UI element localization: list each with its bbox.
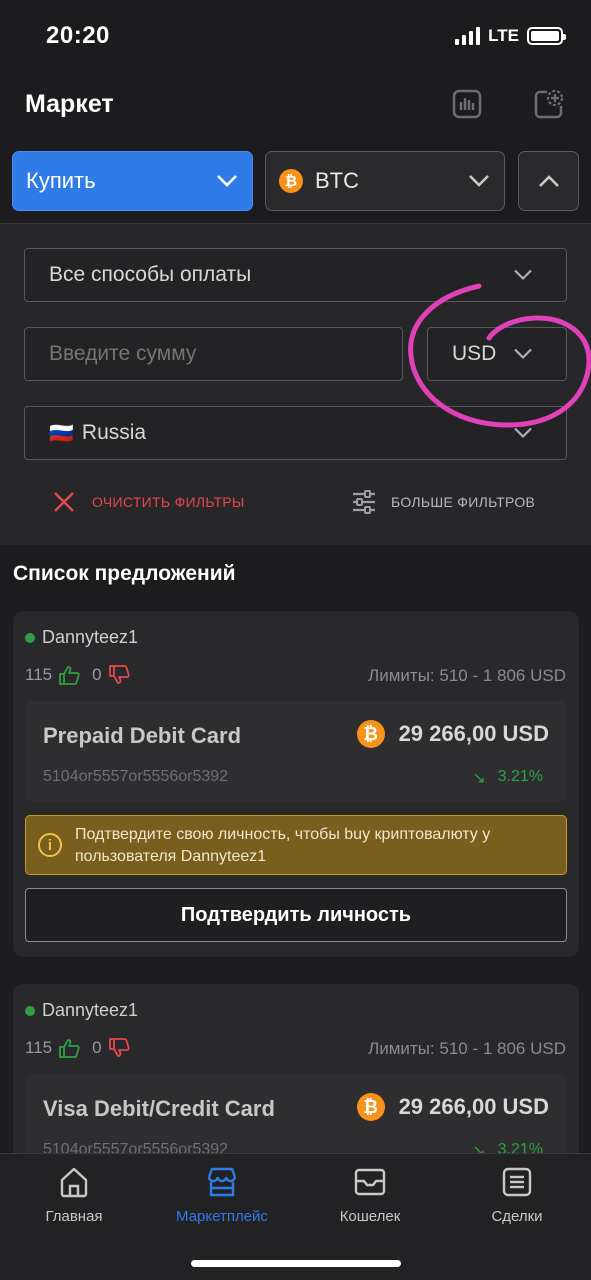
- price-change-value: 3.21%: [497, 768, 543, 785]
- amount-input-field[interactable]: [25, 342, 402, 366]
- close-icon: [54, 492, 74, 512]
- more-filters-label: БОЛЬШЕ ФИЛЬТРОВ: [391, 494, 536, 510]
- tab-marketplace[interactable]: Маркетплейс: [148, 1166, 296, 1225]
- price-change: ↘ 3.21%: [472, 768, 543, 788]
- tab-home-label: Главная: [45, 1208, 103, 1225]
- offer-limits: Лимиты: 510 - 1 806 USD: [368, 666, 566, 685]
- tab-wallet-label: Кошелек: [339, 1208, 401, 1225]
- action-select-label: Купить: [26, 168, 96, 193]
- more-filters-button[interactable]: БОЛЬШЕ ФИЛЬТРОВ: [351, 490, 535, 514]
- dislikes-count: 0: [92, 665, 102, 684]
- bitcoin-icon: ₿: [356, 1093, 385, 1121]
- offer-rating: 115 0: [25, 665, 130, 685]
- arrow-down-right-icon: ↘: [472, 770, 486, 787]
- sliders-icon: [353, 490, 375, 514]
- status-indicators: LTE: [455, 26, 566, 46]
- offers-section-title: Список предложений: [13, 562, 236, 585]
- tab-deals[interactable]: Сделки: [443, 1166, 591, 1225]
- chevron-down-icon: [469, 175, 489, 187]
- likes-count: 115: [25, 1038, 53, 1057]
- verification-alert: i Подтвердите свою личность, чтобы buy к…: [25, 815, 567, 875]
- online-status-icon: [25, 632, 35, 643]
- offer-user[interactable]: Dannyteez1: [25, 627, 138, 648]
- chevron-down-icon: [217, 175, 237, 187]
- tab-marketplace-label: Маркетплейс: [176, 1208, 268, 1225]
- thumbs-down-icon: [108, 1038, 130, 1057]
- chevron-up-icon: [538, 175, 559, 187]
- offer-price: ₿ 29 266,00 USD: [356, 1093, 549, 1121]
- currency-select-label: BTC: [315, 168, 359, 193]
- home-icon: [60, 1167, 88, 1198]
- thumbs-down-icon: [108, 665, 130, 684]
- offer-details[interactable]: Prepaid Debit Card ₿ 29 266,00 USD 5104o…: [25, 701, 567, 801]
- offer-price: ₿ 29 266,00 USD: [356, 720, 549, 748]
- action-select[interactable]: Купить: [12, 151, 253, 211]
- deals-icon: [502, 1167, 532, 1197]
- home-indicator: [191, 1260, 401, 1267]
- wallet-icon: [354, 1168, 386, 1196]
- tab-deals-label: Сделки: [491, 1208, 543, 1225]
- payment-method: Visa Debit/Credit Card: [43, 1096, 275, 1121]
- add-ad-icon[interactable]: [531, 86, 567, 122]
- page-title: Маркет: [25, 90, 114, 118]
- price-value: 29 266,00 USD: [398, 1094, 549, 1119]
- store-icon: [207, 1167, 237, 1197]
- network-label: LTE: [488, 26, 519, 45]
- amount-input[interactable]: [24, 327, 403, 381]
- thumbs-up-icon: [59, 666, 80, 685]
- offer-user[interactable]: Dannyteez1: [25, 1000, 138, 1021]
- offer-limits: Лимиты: 510 - 1 806 USD: [368, 1039, 566, 1058]
- likes-count: 115: [25, 665, 53, 684]
- currency-select[interactable]: ₿ BTC: [265, 151, 505, 211]
- signal-icon: [455, 27, 481, 45]
- offer-card[interactable]: Dannyteez1 115 0 Лимиты: 510 - 1 806 USD…: [13, 611, 579, 957]
- thumbs-up-icon: [59, 1039, 80, 1058]
- chart-icon[interactable]: [449, 86, 485, 122]
- alert-text: Подтвердите свою личность, чтобы buy кри…: [75, 826, 491, 865]
- bitcoin-icon: ₿: [279, 169, 303, 193]
- status-bar: 20:20 LTE: [0, 0, 591, 76]
- tab-home[interactable]: Главная: [0, 1166, 148, 1225]
- scribble-annotation: [408, 283, 591, 428]
- offer-username: Dannyteez1: [42, 1000, 139, 1020]
- payment-method: Prepaid Debit Card: [43, 723, 242, 748]
- bitcoin-icon: ₿: [356, 720, 385, 748]
- chevron-down-icon: [514, 269, 532, 281]
- payment-method-label: Все способы оплаты: [49, 263, 252, 286]
- clear-filters-button[interactable]: ОЧИСТИТЬ ФИЛЬТРЫ: [52, 490, 245, 514]
- price-value: 29 266,00 USD: [398, 721, 549, 746]
- clear-filters-label: ОЧИСТИТЬ ФИЛЬТРЫ: [92, 494, 245, 510]
- info-icon: i: [38, 833, 62, 857]
- offer-rating: 115 0: [25, 1038, 130, 1058]
- status-time: 20:20: [46, 22, 110, 49]
- offer-username: Dannyteez1: [42, 627, 139, 647]
- tab-wallet[interactable]: Кошелек: [296, 1166, 444, 1225]
- country-label: Russia: [81, 421, 147, 444]
- russia-flag-icon: 🇷🇺: [49, 422, 74, 445]
- battery-icon: [527, 27, 566, 45]
- collapse-filters-button[interactable]: [518, 151, 579, 211]
- online-status-icon: [25, 1005, 35, 1016]
- offer-terms: 5104or5557or5556or5392: [43, 768, 229, 785]
- verify-identity-button[interactable]: Подтвердить личность: [25, 888, 567, 942]
- dislikes-count: 0: [92, 1038, 102, 1057]
